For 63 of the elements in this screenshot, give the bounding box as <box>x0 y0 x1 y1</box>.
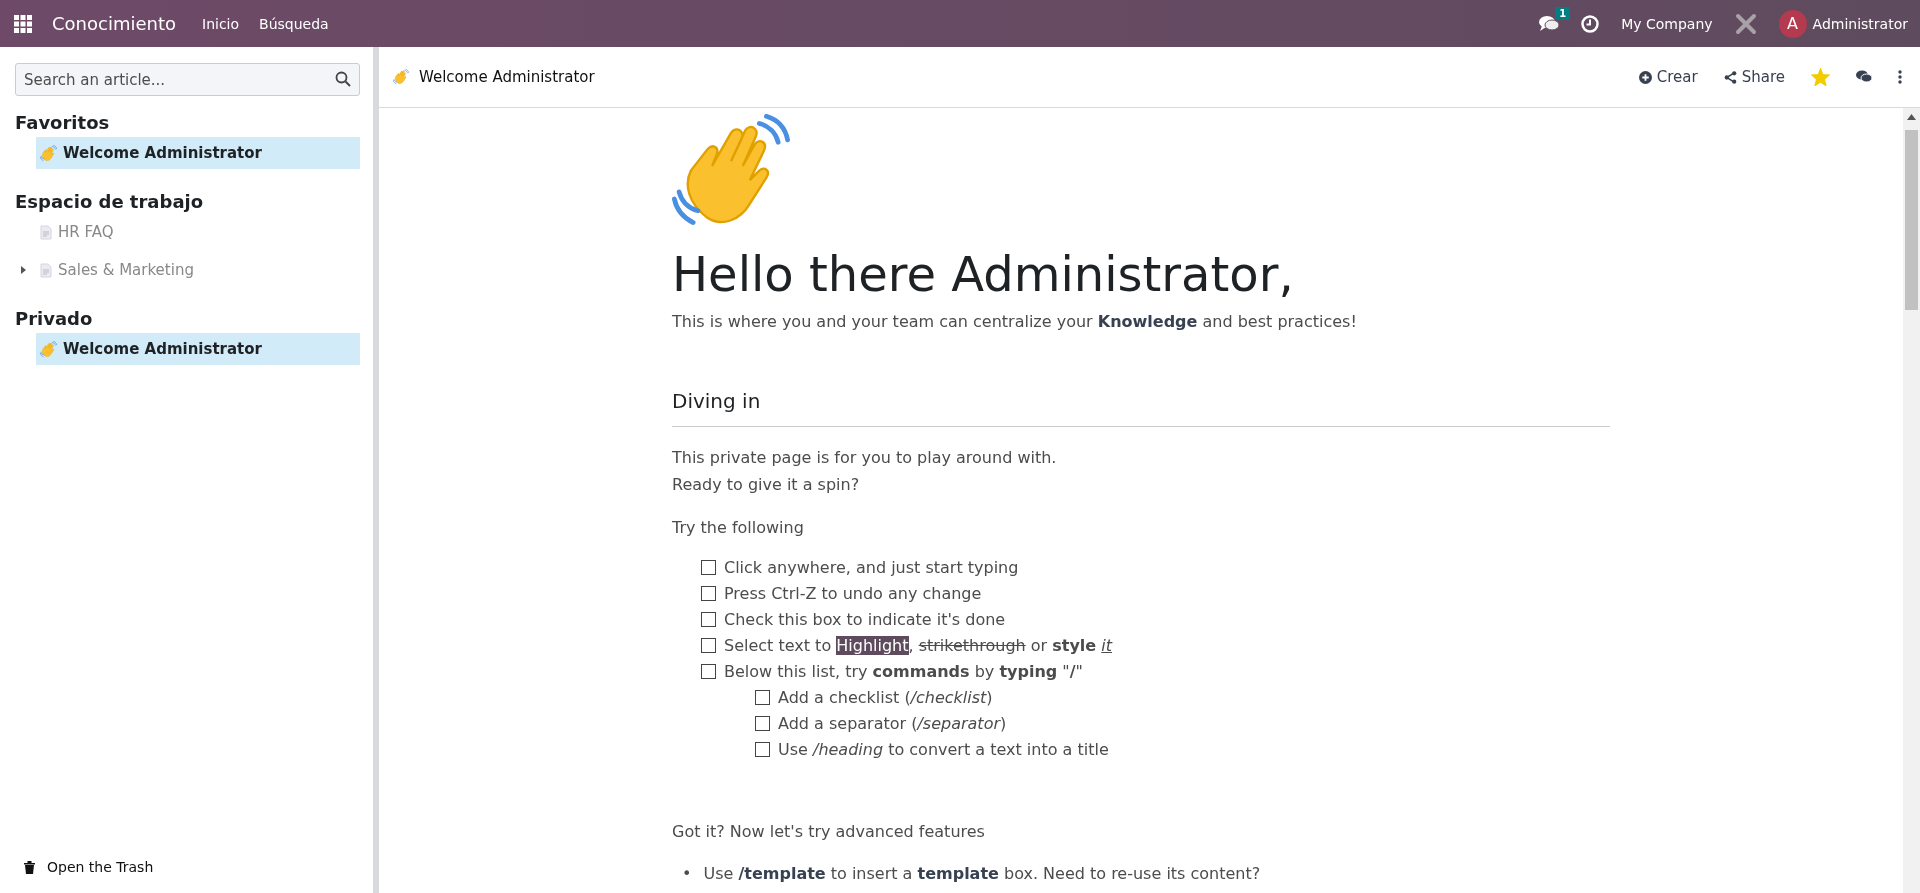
bullet-marker: • <box>682 863 692 885</box>
caret-icon[interactable] <box>19 266 27 274</box>
section-heading: Privado <box>15 308 94 329</box>
document-icon <box>40 262 52 278</box>
checklist-text: Add a checklist (/checklist) <box>778 687 993 708</box>
waving-hand-icon <box>40 340 57 358</box>
create-button[interactable]: Crear <box>1638 68 1698 86</box>
company-switcher[interactable]: My Company <box>1621 15 1713 32</box>
waving-hand-icon <box>393 69 409 85</box>
share-icon <box>1723 70 1737 84</box>
paragraph-line: Ready to give it a spin? <box>672 474 861 496</box>
bullet-text: Use /template to insert a template box. Need to re-use its content? <box>703 863 1261 885</box>
user-name[interactable]: Administrator <box>1812 15 1908 32</box>
menu-item[interactable]: Inicio <box>202 15 240 32</box>
checkbox[interactable] <box>755 690 770 705</box>
paragraph-text: Got it? Now let's try advanced features <box>672 822 986 841</box>
document-icon <box>40 224 52 240</box>
article-item[interactable]: Welcome Administrator <box>36 333 360 365</box>
checkbox[interactable] <box>755 742 770 757</box>
apps-grid-icon[interactable] <box>14 14 32 33</box>
article-item[interactable]: HR FAQ <box>36 216 360 248</box>
paragraph-line: This private page is for you to play around with. <box>672 447 1058 469</box>
paragraph-text: Try the following <box>672 518 805 537</box>
checklist-text: Use /heading to convert a text into a title <box>778 739 1109 760</box>
page-heading: Hello there Administrator, <box>672 246 1295 302</box>
message-count-badge: 1 <box>1555 6 1571 20</box>
intro-text: This is where you and your team can centralize your Knowledge and best practices! <box>672 312 1358 331</box>
article-title: Welcome Administrator <box>419 68 595 86</box>
section-heading: Diving in <box>672 389 1610 427</box>
trash-link[interactable]: Open the Trash <box>47 859 154 875</box>
checklist-text: Below this list, try commands by typing "/" <box>724 661 1083 682</box>
checkbox[interactable] <box>701 638 716 653</box>
scrollbar[interactable] <box>1903 108 1920 893</box>
scroll-up-icon[interactable] <box>1907 114 1916 120</box>
article-item[interactable]: Sales & Marketing <box>36 254 360 286</box>
chat-icon[interactable] <box>1539 14 1560 33</box>
plus-circle-icon <box>1638 70 1652 84</box>
search-icon[interactable] <box>335 71 351 87</box>
share-button[interactable]: Share <box>1723 68 1785 86</box>
checklist-text: Press Ctrl-Z to undo any change <box>724 583 982 604</box>
checkbox[interactable] <box>701 612 716 627</box>
article-item[interactable]: Welcome Administrator <box>36 137 360 169</box>
checkbox[interactable] <box>701 664 716 679</box>
checkbox[interactable] <box>701 560 716 575</box>
checklist-text: Select text to Highlight, strikethrough or style it <box>724 635 1112 656</box>
scrollbar-thumb[interactable] <box>1905 130 1918 310</box>
checklist-text: Add a separator (/separator) <box>778 713 1007 734</box>
trash-icon[interactable] <box>24 860 35 874</box>
more-options-icon[interactable] <box>1898 70 1902 84</box>
checklist-text: Check this box to indicate it's done <box>724 609 1006 630</box>
waving-hand-icon <box>40 144 57 162</box>
section-heading: Espacio de trabajo <box>15 191 205 212</box>
app-title[interactable]: Conocimiento <box>52 13 176 34</box>
checkbox[interactable] <box>701 586 716 601</box>
checklist-text: Click anywhere, and just start typing <box>724 557 1019 578</box>
menu-item[interactable]: Búsqueda <box>259 15 329 32</box>
comments-icon[interactable] <box>1856 70 1872 84</box>
favorite-star-icon[interactable] <box>1811 68 1830 86</box>
search-field[interactable]: Search an article... <box>15 63 360 96</box>
section-heading: Favoritos <box>15 112 111 133</box>
clock-icon[interactable] <box>1581 14 1600 33</box>
user-avatar[interactable]: A <box>1778 9 1807 38</box>
checkbox[interactable] <box>755 716 770 731</box>
